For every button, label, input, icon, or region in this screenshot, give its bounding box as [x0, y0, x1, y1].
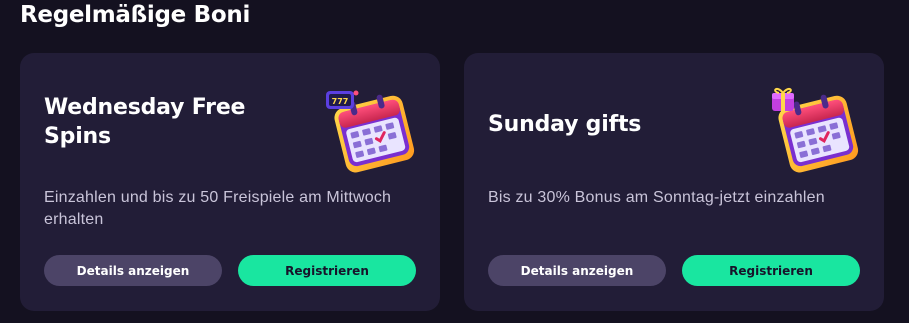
card-title: Sunday gifts [488, 112, 642, 137]
bonus-card-sunday: Sunday gifts Bis zu 30% Bonus am Sonntag… [464, 53, 884, 311]
details-button[interactable]: Details anzeigen [44, 255, 222, 286]
card-title: Wednesday Free Spins [44, 95, 246, 149]
details-button[interactable]: Details anzeigen [488, 255, 666, 286]
register-button[interactable]: Registrieren [682, 255, 860, 286]
calendar-gift-icon [772, 87, 859, 173]
svg-text:777: 777 [332, 97, 349, 106]
calendar-slot-icon: 777 [326, 90, 415, 173]
register-button[interactable]: Registrieren [238, 255, 416, 286]
bonus-card-wednesday: Wednesday Free Spins 777 Einzahlen und b… [20, 53, 440, 311]
section-title: Regelmäßige Boni [20, 2, 251, 28]
card-description: Einzahlen und bis zu 50 Freispiele am Mi… [44, 189, 392, 228]
card-description: Bis zu 30% Bonus am Sonntag-jetzt einzah… [488, 189, 825, 206]
